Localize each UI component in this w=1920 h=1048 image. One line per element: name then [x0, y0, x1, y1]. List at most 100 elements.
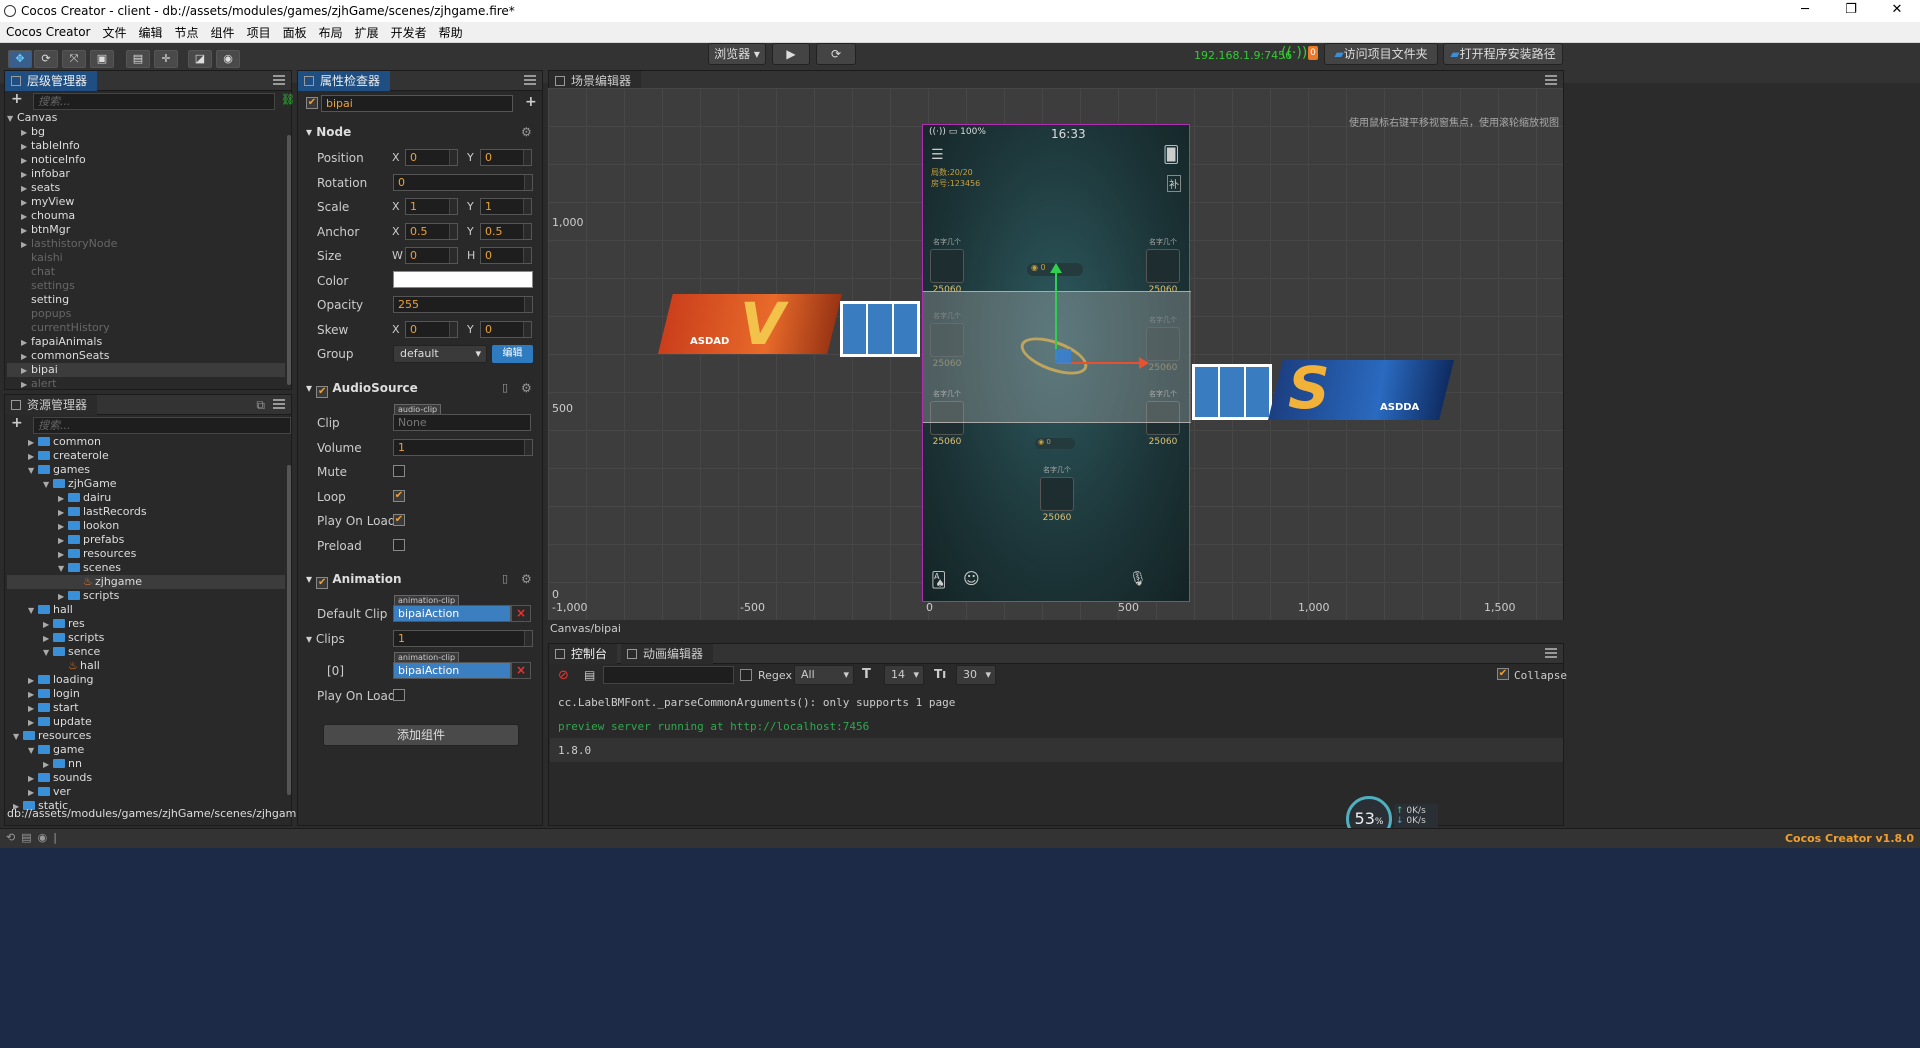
expand-arrow-icon[interactable]: ▶	[28, 702, 38, 716]
expand-arrow-icon[interactable]: ▼	[28, 464, 38, 478]
asset-item[interactable]: ▶ scripts	[7, 631, 285, 645]
console-filter-input[interactable]	[603, 666, 734, 684]
tree-node[interactable]: ▶ bipai	[7, 363, 285, 377]
gear-icon[interactable]: ⚙	[521, 381, 532, 395]
spinner[interactable]	[449, 199, 457, 214]
expand-arrow-icon[interactable]: ▶	[21, 140, 31, 154]
close-button[interactable]: ✕	[1874, 0, 1920, 22]
asset-item[interactable]: ▶ lastRecords	[7, 505, 285, 519]
menu-node[interactable]: 节点	[169, 24, 205, 41]
add-component-button[interactable]: 添加组件	[323, 724, 519, 746]
spinner[interactable]	[523, 199, 531, 214]
link-icon[interactable]: ⛓	[281, 93, 295, 106]
expand-arrow-icon[interactable]: ▼	[58, 562, 68, 576]
open-install-path-button[interactable]: ▰打开程序安装路径	[1443, 43, 1563, 65]
expand-arrow-icon[interactable]: ▶	[58, 534, 68, 548]
expand-arrow-icon[interactable]: ▶	[21, 126, 31, 140]
expand-arrow-icon[interactable]: ▶	[21, 350, 31, 364]
audio-clip-input[interactable]: None	[393, 414, 531, 431]
tree-node[interactable]: ▶ lasthistoryNode	[7, 237, 285, 251]
menu-component[interactable]: 组件	[205, 24, 241, 41]
expand-arrow-icon[interactable]: ▶	[21, 224, 31, 238]
tree-node[interactable]: ▶ bg	[7, 125, 285, 139]
tree-node[interactable]: ▶ tableInfo	[7, 139, 285, 153]
expand-arrow-icon[interactable]: ▶	[21, 210, 31, 224]
asset-item[interactable]: ▶ ver	[7, 785, 285, 799]
expand-arrow-icon[interactable]: ▶	[21, 238, 31, 252]
tree-node[interactable]: ▶ btnMgr	[7, 223, 285, 237]
expand-arrow-icon[interactable]: ▼	[28, 604, 38, 618]
rotation-input[interactable]: 0	[393, 174, 533, 191]
add-node-button[interactable]: +	[11, 91, 23, 107]
anchor-x-input[interactable]: 0.5	[405, 223, 458, 240]
gizmo-y-arrow-icon[interactable]	[1050, 263, 1062, 273]
tab-hierarchy[interactable]: 层级管理器	[5, 70, 98, 91]
clips-count-input[interactable]: 1	[393, 630, 533, 647]
anchor-y-input[interactable]: 0.5	[480, 223, 532, 240]
asset-item[interactable]: ▼ zjhGame	[7, 477, 285, 491]
size-w-input[interactable]: 0	[405, 247, 458, 264]
tree-node[interactable]: ▶setting	[7, 293, 285, 307]
menu-help[interactable]: 帮助	[433, 24, 469, 41]
preload-checkbox[interactable]	[393, 539, 405, 551]
log-level-select[interactable]: All ▾	[794, 665, 854, 685]
asset-item[interactable]: ▶ lookon	[7, 519, 285, 533]
tree-node[interactable]: ▶settings	[7, 279, 285, 293]
regex-checkbox[interactable]	[740, 669, 752, 681]
asset-item[interactable]: ▶ createrole	[7, 449, 285, 463]
animation-section-header[interactable]: ▾ Animation	[306, 572, 402, 589]
menu-panel[interactable]: 面板	[277, 24, 313, 41]
book-icon[interactable]: ▯	[502, 381, 508, 394]
asset-item[interactable]: ▶ dairu	[7, 491, 285, 505]
expand-arrow-icon[interactable]: ▶	[21, 154, 31, 168]
gizmo-y-axis[interactable]	[1055, 267, 1057, 359]
skew-x-input[interactable]: 0	[405, 321, 458, 338]
rotate-tool-icon[interactable]: ⟳	[34, 50, 58, 68]
tree-node[interactable]: ▶ noticeInfo	[7, 153, 285, 167]
tab-console[interactable]: 控制台	[549, 643, 618, 664]
audiosource-enabled-checkbox[interactable]	[316, 386, 329, 398]
position-y-input[interactable]: 0	[480, 149, 532, 166]
asset-item[interactable]: ▶ start	[7, 701, 285, 715]
play-button[interactable]: ▶	[772, 43, 810, 65]
panel-menu-icon[interactable]	[273, 399, 285, 409]
expand-arrow-icon[interactable]: ▶	[21, 364, 31, 378]
tree-node[interactable]: ▶ alert	[7, 377, 285, 391]
skew-y-input[interactable]: 0	[480, 321, 532, 338]
asset-item[interactable]: ▶ scripts	[7, 589, 285, 603]
tree-node[interactable]: ▶ infobar	[7, 167, 285, 181]
expand-arrow-icon[interactable]: ▶	[43, 618, 53, 632]
spinner[interactable]	[449, 248, 457, 263]
animation-enabled-checkbox[interactable]	[316, 577, 329, 589]
gizmo-icon[interactable]: ◉	[216, 50, 240, 68]
gear-icon[interactable]: ⚙	[521, 125, 532, 139]
local-global-icon[interactable]: ▤	[126, 50, 150, 68]
spinner[interactable]	[449, 322, 457, 337]
expand-arrow-icon[interactable]: ▶	[43, 632, 53, 646]
scale-x-input[interactable]: 1	[405, 198, 458, 215]
tree-node[interactable]: ▶chat	[7, 265, 285, 279]
font-size-select[interactable]: 14 ▾	[884, 665, 924, 685]
pivot-center-icon[interactable]: ✛	[154, 50, 178, 68]
menu-project[interactable]: 项目	[241, 24, 277, 41]
asset-item[interactable]: ▶♨hall	[7, 659, 285, 673]
spinner[interactable]	[523, 224, 531, 239]
expand-arrow-icon[interactable]: ▶	[58, 590, 68, 604]
expand-arrow-icon[interactable]: ▶	[28, 786, 38, 800]
game-canvas[interactable]: ((·)) ▭ 100% 16:33 ☰ 🂠 补 局数:20/20 房号:123…	[922, 124, 1191, 602]
asset-item[interactable]: ▶ nn	[7, 757, 285, 771]
tree-node[interactable]: ▶ seats	[7, 181, 285, 195]
tree-node-canvas[interactable]: ▼ Canvas	[7, 111, 285, 125]
expand-arrow-icon[interactable]: ▶	[28, 674, 38, 688]
asset-item[interactable]: ▶ prefabs	[7, 533, 285, 547]
node-active-checkbox[interactable]	[306, 97, 318, 109]
minimize-button[interactable]: ─	[1782, 0, 1828, 22]
asset-item[interactable]: ▶ common	[7, 435, 285, 449]
asset-item[interactable]: ▼ resources	[7, 729, 285, 743]
open-log-icon[interactable]: ▤	[584, 668, 595, 682]
clear-clip-0-icon[interactable]: ×	[511, 662, 531, 679]
spinner[interactable]	[524, 297, 532, 312]
edit-group-button[interactable]: 编辑	[492, 345, 533, 363]
expand-arrow-icon[interactable]: ▼	[43, 646, 53, 660]
expand-arrow-icon[interactable]: ▼	[7, 112, 17, 126]
